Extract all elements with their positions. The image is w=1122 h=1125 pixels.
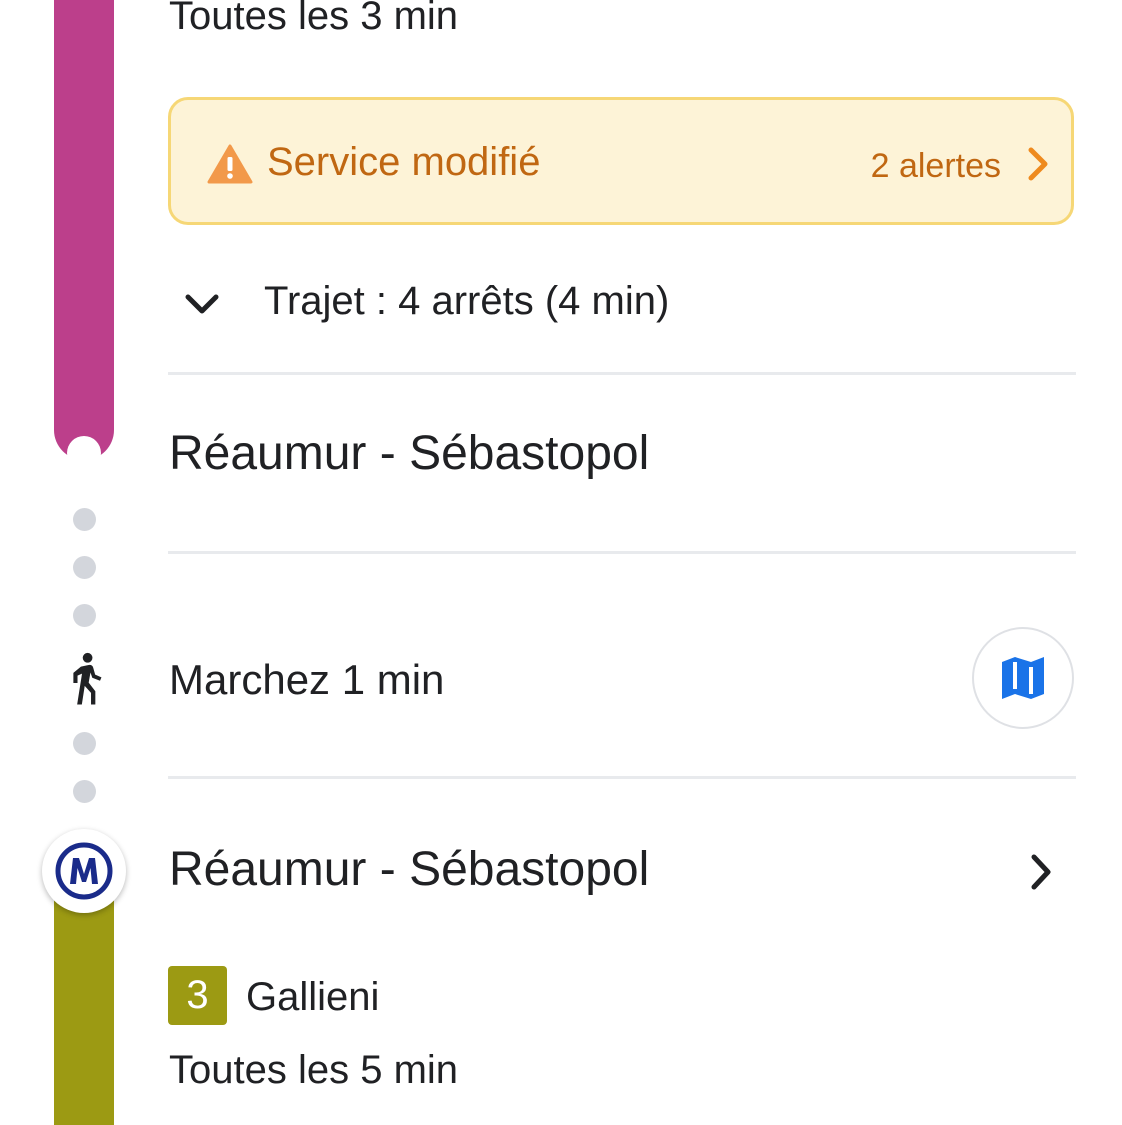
walk-dot xyxy=(73,556,96,579)
line-color-bar-top xyxy=(54,0,114,460)
alert-count: 2 alertes xyxy=(870,147,1001,185)
walk-icon xyxy=(73,652,102,705)
alert-title: Service modifié xyxy=(267,140,541,184)
frequency-text-top: Toutes les 3 min xyxy=(169,0,459,38)
warning-icon xyxy=(207,144,253,184)
chevron-right-icon xyxy=(1028,147,1048,181)
trajet-expand-row[interactable]: Trajet : 4 arrêts (4 min) xyxy=(168,268,1076,340)
frequency-text-bottom: Toutes les 5 min xyxy=(169,1048,459,1092)
line-direction: Gallieni xyxy=(246,975,380,1019)
map-button[interactable] xyxy=(972,627,1074,729)
departure-stop-row[interactable]: Réaumur - Sébastopol xyxy=(168,828,1076,914)
walk-dot xyxy=(73,732,96,755)
stop-dot xyxy=(67,436,101,470)
walk-dot xyxy=(73,604,96,627)
map-icon xyxy=(1002,657,1044,699)
divider xyxy=(168,551,1076,554)
trajet-label: Trajet : 4 arrêts (4 min) xyxy=(264,279,670,323)
chevron-right-icon xyxy=(1031,854,1051,890)
walk-dot xyxy=(73,780,96,803)
divider xyxy=(168,372,1076,375)
walk-dot xyxy=(73,508,96,531)
line-number-badge: 3 xyxy=(168,966,227,1025)
chevron-down-icon xyxy=(185,294,219,314)
divider xyxy=(168,776,1076,779)
departure-stop-name: Réaumur - Sébastopol xyxy=(169,843,650,896)
walk-duration-label: Marchez 1 min xyxy=(169,656,445,703)
line-color-bar-bottom xyxy=(54,880,114,1125)
metro-icon xyxy=(42,829,126,913)
service-alert-card[interactable]: Service modifié 2 alertes xyxy=(168,97,1074,225)
arrival-stop-name: Réaumur - Sébastopol xyxy=(169,427,650,480)
